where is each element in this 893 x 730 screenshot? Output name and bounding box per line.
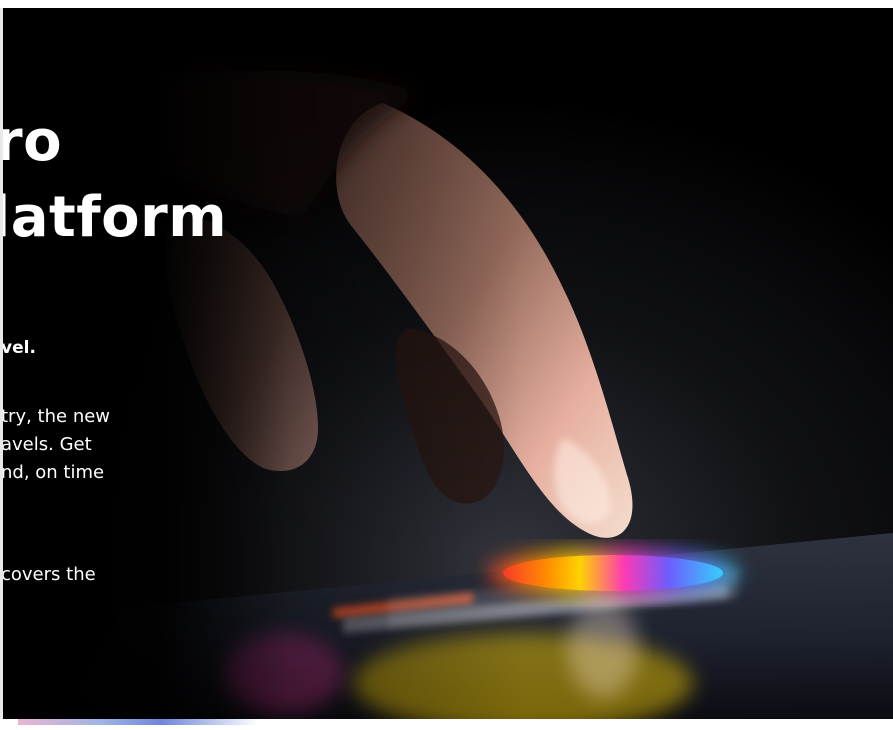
body-line-3: nd, on time xyxy=(3,462,105,483)
hero-footer-text: covers the xyxy=(3,564,96,585)
page-frame: ro latform vel. try, the new avels. Get … xyxy=(0,0,893,730)
body-line-1: try, the new xyxy=(3,406,111,427)
hero-banner: ro latform vel. try, the new avels. Get … xyxy=(3,8,893,719)
hero-text: ro latform vel. try, the new avels. Get … xyxy=(3,8,893,719)
bottom-accent-bar xyxy=(18,719,258,725)
hero-subhead: vel. xyxy=(3,338,36,358)
headline-line-2: latform xyxy=(3,185,228,250)
hero-headline: ro latform xyxy=(3,104,227,256)
body-line-2: avels. Get xyxy=(3,434,92,455)
headline-line-1: ro xyxy=(3,109,63,174)
hero-body: try, the new avels. Get nd, on time xyxy=(3,403,110,487)
